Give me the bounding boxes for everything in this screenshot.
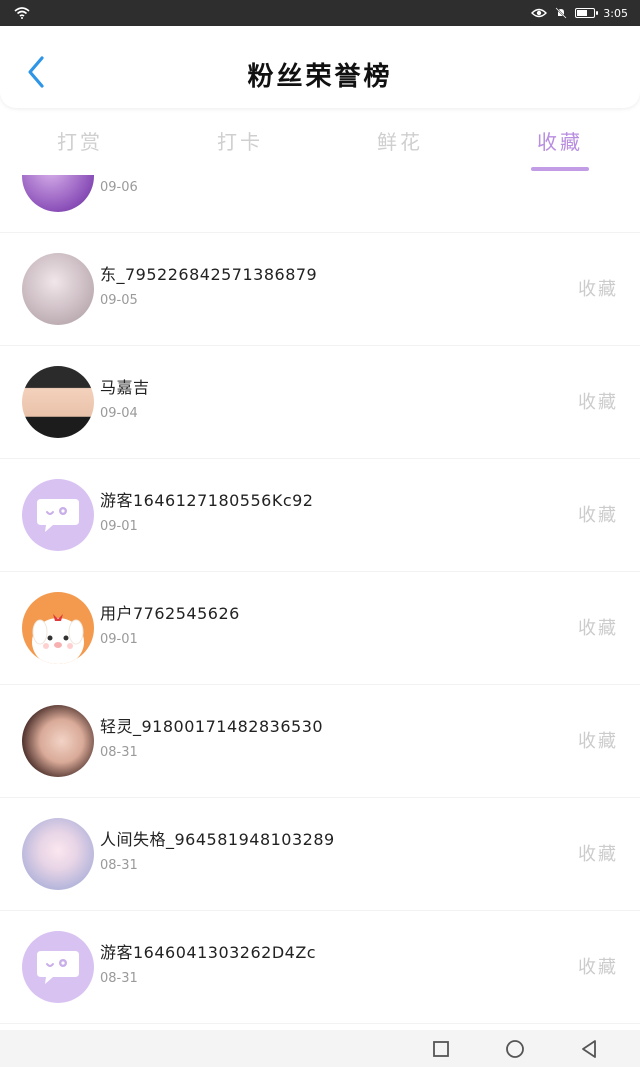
user-name: 马嘉吉	[100, 378, 150, 397]
list-item[interactable]: 游客1646041303262D4Zc 08-31 收藏	[0, 911, 640, 1024]
user-date: 08-31	[100, 971, 138, 986]
user-date: 09-01	[100, 632, 138, 647]
avatar	[22, 705, 94, 777]
system-nav-bar	[0, 1030, 640, 1067]
user-name: 人间失格_964581948103289	[100, 830, 335, 849]
user-date: 08-31	[100, 858, 138, 873]
user-name: 用户7762545626	[100, 604, 240, 623]
page-title: 粉丝荣誉榜	[247, 62, 393, 92]
list-item[interactable]: 用户7762545626 09-01 收藏	[0, 572, 640, 685]
favorite-label: 收藏	[578, 844, 618, 865]
user-name: 东_795226842571386879	[100, 265, 318, 284]
wifi-icon	[14, 7, 30, 19]
list-item[interactable]: 09-06	[0, 175, 640, 233]
user-date: 09-05	[100, 293, 138, 308]
list-item[interactable]: 人间失格_964581948103289 08-31 收藏	[0, 798, 640, 911]
cartoon-dog-icon	[32, 614, 84, 664]
favorite-label: 收藏	[578, 731, 618, 752]
avatar	[22, 931, 94, 1003]
tab-favorites[interactable]: 收藏	[531, 118, 589, 171]
favorite-label: 收藏	[578, 957, 618, 978]
eye-icon	[531, 8, 548, 18]
favorite-label: 收藏	[578, 279, 618, 300]
back-nav-button[interactable]	[552, 1034, 626, 1064]
favorite-label: 收藏	[578, 505, 618, 526]
circle-icon	[506, 1039, 524, 1058]
list-item[interactable]: 东_795226842571386879 09-05 收藏	[0, 233, 640, 346]
avatar	[22, 592, 94, 664]
status-time: 3:05	[603, 6, 628, 20]
battery-icon	[575, 8, 599, 18]
user-name: 游客1646041303262D4Zc	[100, 943, 317, 962]
home-button[interactable]	[478, 1034, 552, 1064]
square-icon	[433, 1040, 449, 1057]
tab-bar: 打赏 打卡 鲜花 收藏	[0, 110, 640, 171]
user-date: 09-06	[100, 180, 138, 195]
recent-apps-button[interactable]	[404, 1034, 478, 1064]
triangle-back-icon	[582, 1039, 596, 1058]
list-item[interactable]: 游客1646127180556Kc92 09-01 收藏	[0, 459, 640, 572]
list-item[interactable]: 马嘉吉 09-04 收藏	[0, 346, 640, 459]
tab-checkin[interactable]: 打卡	[211, 118, 269, 163]
fan-list[interactable]: 09-06 东_795226842571386879 09-05 收藏 马嘉吉 …	[0, 175, 640, 1030]
favorite-label: 收藏	[578, 618, 618, 639]
user-date: 09-01	[100, 519, 138, 534]
avatar	[22, 818, 94, 890]
favorite-label: 收藏	[578, 392, 618, 413]
user-date: 09-04	[100, 406, 138, 421]
list-item[interactable]: 轻灵_918001714828365​30 08-31 收藏	[0, 685, 640, 798]
header: 粉丝荣誉榜	[0, 26, 640, 108]
mute-bell-icon	[555, 7, 567, 19]
tab-flowers[interactable]: 鲜花	[371, 118, 429, 163]
chat-bubble-icon	[37, 499, 79, 532]
avatar	[22, 175, 94, 212]
tab-reward[interactable]: 打赏	[51, 118, 109, 163]
avatar	[22, 479, 94, 551]
avatar	[22, 366, 94, 438]
user-date: 08-31	[100, 745, 138, 760]
avatar	[22, 253, 94, 325]
chat-bubble-icon	[37, 951, 79, 984]
status-bar: 3:05	[0, 0, 640, 26]
user-name: 游客1646127180556Kc92	[100, 491, 314, 510]
user-name: 轻灵_918001714828365​30	[100, 717, 324, 736]
